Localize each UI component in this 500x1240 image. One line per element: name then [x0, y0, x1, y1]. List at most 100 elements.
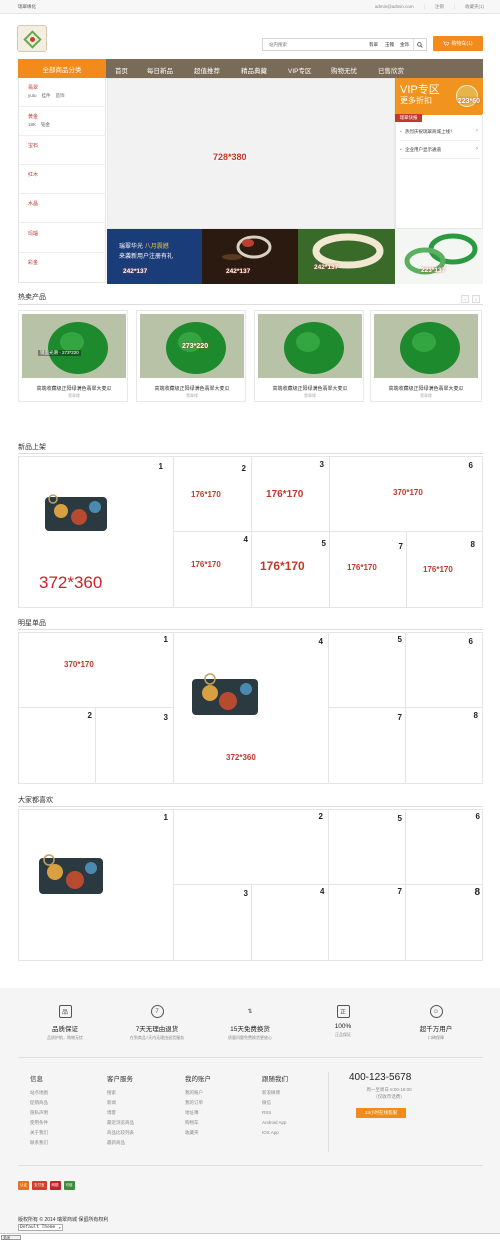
grid-cell[interactable]: 3 — [96, 708, 174, 784]
grid-cell[interactable]: 6 — [406, 810, 483, 885]
grid-cell[interactable]: 4 176*170 — [174, 532, 252, 608]
product-image[interactable]: 273*220 — [140, 314, 244, 378]
grid-cell[interactable]: 7 — [329, 885, 406, 961]
grid-cell-wide[interactable]: 2 — [174, 810, 329, 885]
grid-cell[interactable]: 3 — [174, 885, 252, 961]
grid-cell[interactable]: 5 — [329, 633, 406, 708]
product-name[interactable]: 高端收藏级正阳绿满色翡翠大麦瓜 — [255, 385, 365, 392]
promo-thumb[interactable]: 223*137 — [395, 229, 483, 284]
footer-link[interactable]: 我的账户 — [185, 1088, 211, 1098]
subcategory-link[interactable]: 首饰 — [56, 93, 65, 99]
category-item[interactable]: 玛瑙 — [19, 224, 106, 253]
grid-cell[interactable]: 7 — [329, 708, 406, 784]
footer-link[interactable]: 联系我们 — [30, 1138, 48, 1148]
footer-link[interactable]: 搜索 — [107, 1088, 134, 1098]
promo-thumb[interactable]: 瑞翠华光 八月震撼 来袭新用户注册有礼 242*137 — [107, 229, 202, 284]
vip-banner[interactable]: VIP专区 更多折扣 223*60 — [395, 78, 483, 115]
product-image[interactable] — [258, 314, 362, 378]
all-categories-button[interactable]: 全部商品分类 — [18, 59, 106, 78]
grid-cell-large[interactable]: 1 372*360 — [19, 457, 174, 608]
footer-link[interactable]: 博客 — [107, 1108, 134, 1118]
news-item[interactable]: 企业用户显示通道 — [400, 147, 441, 153]
grid-cell[interactable]: 8 176*170 — [407, 532, 483, 608]
footer-link[interactable]: 关于我们 — [30, 1128, 48, 1138]
hot-keyword[interactable]: 金饰 — [400, 42, 409, 48]
nav-item-home[interactable]: 首页 — [115, 65, 128, 75]
grid-cell-wide[interactable]: 1 370*170 — [19, 633, 174, 708]
promo-thumb[interactable]: 242*137 — [298, 229, 395, 284]
footer-link[interactable]: 促销商品 — [30, 1098, 48, 1108]
category-item[interactable]: 红木 — [19, 165, 106, 194]
category-name[interactable]: 红木 — [28, 171, 38, 178]
grid-cell[interactable]: 8 — [406, 708, 483, 784]
cart-button[interactable]: 购物车(1) — [433, 36, 483, 51]
product-image[interactable] — [374, 314, 478, 378]
footer-link[interactable]: IOS App — [262, 1128, 288, 1138]
badge-trusted-icon[interactable]: 可信 — [63, 1181, 75, 1190]
nav-item-vip[interactable]: VIP专区 — [288, 65, 311, 75]
category-item[interactable]: 宝石 — [19, 136, 106, 165]
footer-link[interactable]: RSS — [262, 1108, 288, 1118]
category-item[interactable]: 黄金 18K 铂金 — [19, 107, 106, 136]
grid-cell[interactable]: 4 — [252, 885, 329, 961]
grid-cell[interactable]: 6 — [406, 633, 483, 708]
category-name[interactable]: 宝石 — [28, 142, 38, 149]
nav-item-new[interactable]: 每日新品 — [147, 65, 173, 75]
promo-thumb[interactable]: 242*137 — [202, 229, 298, 284]
footer-link[interactable]: 微信 — [262, 1098, 288, 1108]
next-arrow-icon[interactable]: › — [472, 295, 480, 303]
grid-cell-large[interactable]: 4 372*360 — [174, 633, 329, 784]
category-name[interactable]: 玛瑙 — [28, 230, 38, 237]
footer-link[interactable]: 隐私声明 — [30, 1108, 48, 1118]
footer-link[interactable]: Android App — [262, 1118, 288, 1128]
badge-alipay-icon[interactable]: 支付宝 — [32, 1181, 47, 1190]
close-button[interactable]: 关闭 — [1, 1235, 21, 1240]
prev-arrow-icon[interactable]: ‹ — [461, 295, 469, 303]
grid-cell-large[interactable]: 1 — [19, 810, 174, 961]
product-image[interactable]: 镜面光滑 · 273*220 — [22, 314, 126, 378]
category-name[interactable]: 水晶 — [28, 200, 38, 207]
grid-cell[interactable]: 2 — [19, 708, 96, 784]
footer-link[interactable]: 最近浏览商品 — [107, 1118, 134, 1128]
main-banner[interactable]: 728*380 — [107, 78, 395, 229]
badge-certified-icon[interactable]: 认证 — [18, 1181, 29, 1190]
footer-link[interactable]: 地址簿 — [185, 1108, 211, 1118]
nav-item-recommend[interactable]: 超值推荐 — [194, 65, 220, 75]
subcategory-link[interactable]: 铂金 — [41, 122, 50, 128]
footer-link[interactable]: 新浪微博 — [262, 1088, 288, 1098]
grid-cell-wide[interactable]: 6 370*170 — [330, 457, 483, 532]
grid-cell[interactable]: 2 176*170 — [174, 457, 252, 532]
category-item[interactable]: 水晶 — [19, 194, 106, 223]
category-name[interactable]: 黄金 — [28, 113, 38, 120]
product-name[interactable]: 高端收藏级正阳绿满色翡翠大麦瓜 — [371, 385, 481, 392]
subcategory-link[interactable]: 18K — [28, 122, 36, 128]
site-logo[interactable] — [17, 25, 47, 52]
category-name[interactable]: 彩金 — [28, 259, 38, 266]
footer-link[interactable]: 新闻 — [107, 1098, 134, 1108]
product-card[interactable]: 镜面光滑 · 273*220 高端收藏级正阳绿满色翡翠大麦瓜 翡翠缘 — [18, 310, 128, 402]
footer-link[interactable]: 站点地图 — [30, 1088, 48, 1098]
grid-cell[interactable]: 3 176*170 — [252, 457, 330, 532]
product-name[interactable]: 高端收藏级正阳绿满色翡翠大麦瓜 — [19, 385, 129, 392]
search-button[interactable] — [413, 39, 426, 50]
search-input[interactable] — [263, 39, 363, 50]
product-name[interactable]: 高端收藏级正阳绿满色翡翠大麦瓜 — [137, 385, 247, 392]
nav-item-sold[interactable]: 已售欣赏 — [378, 65, 404, 75]
footer-link[interactable]: 最新商品 — [107, 1138, 134, 1148]
category-name[interactable]: 翡翠 — [28, 84, 38, 91]
category-item[interactable]: 彩金 — [19, 253, 106, 282]
badge-bank-icon[interactable]: 网银 — [49, 1181, 61, 1190]
online-service-button[interactable]: 24小时在线客服 — [356, 1108, 406, 1118]
nav-item-collection[interactable]: 精品典藏 — [241, 65, 267, 75]
product-card[interactable]: 高端收藏级正阳绿满色翡翠大麦瓜 翡翠缘 — [370, 310, 482, 402]
footer-link[interactable]: 购物车 — [185, 1118, 211, 1128]
footer-link[interactable]: 商品比较列表 — [107, 1128, 134, 1138]
subcategory-link[interactable]: yutu — [28, 93, 37, 99]
logout-link[interactable]: 注销 — [435, 4, 444, 10]
category-item[interactable]: 翡翠 yutu 挂件 首饰 — [19, 78, 106, 107]
grid-cell[interactable]: 5 — [329, 810, 406, 885]
hot-keyword[interactable]: 翡翠 — [369, 42, 378, 48]
footer-link[interactable]: 使用条件 — [30, 1118, 48, 1128]
hot-keyword[interactable]: 玉镯 — [385, 42, 394, 48]
nav-item-worry-free[interactable]: 购物无忧 — [331, 65, 357, 75]
